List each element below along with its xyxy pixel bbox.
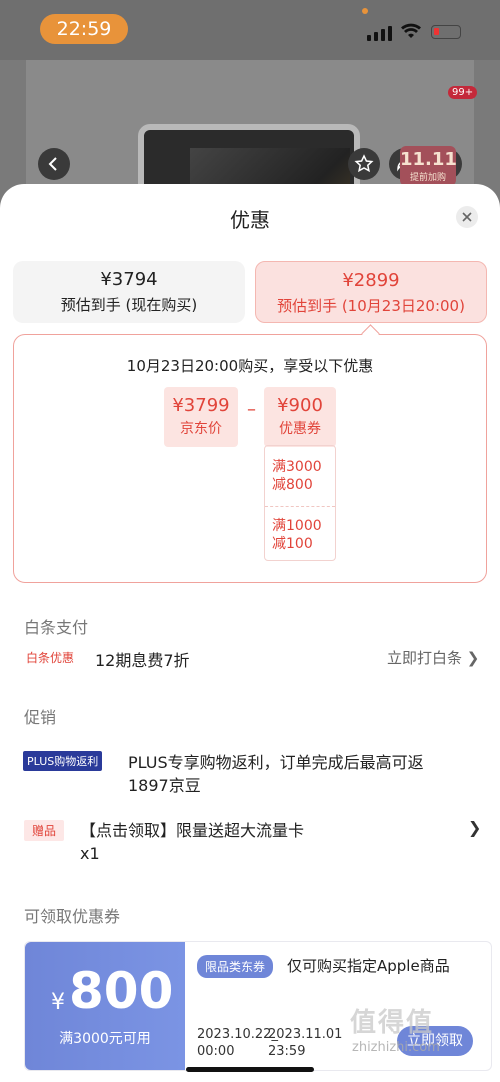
baitiao-tag: 白条优惠 [26,651,75,665]
jd-price-box: ¥3799 京东价 [164,387,238,447]
gift-line-1[interactable]: 【点击领取】限量送超大流量卡 [80,817,304,841]
coupons-section-title: 可领取优惠券 [24,907,121,926]
minus-sign: – [247,399,256,420]
status-bar: 22:59 [0,0,500,60]
coupon-box: ¥900 优惠券 [264,387,336,447]
status-time: 22:59 [40,14,128,44]
star-icon [354,154,374,173]
plus-line-1: PLUS专享购物返利，订单完成后最高可返 [128,753,424,772]
coupon-start: 2023.10.22_ 00:00 [197,1027,278,1059]
close-button[interactable] [456,206,478,228]
gift-chevron[interactable]: ❯ [468,818,481,837]
watermark: 值得值 [350,1008,435,1038]
price-now-card[interactable]: ¥3794 预估到手 (现在购买) [13,261,245,323]
baitiao-action[interactable]: 立即打白条 ❯ [387,647,479,668]
rule-line: 满3000 [272,459,322,475]
coupon-amount: 800 [69,962,174,1020]
plus-tag: PLUS购物返利 [23,751,103,771]
chevron-left-icon [48,157,57,171]
discount-sheet: 优惠 ¥3794 预估到手 (现在购买) ¥2899 预估到手 (10月23日2… [0,184,500,1082]
signal-icon [367,26,392,41]
baitiao-section-title: 白条支付 [24,618,89,637]
price-later-value: ¥2899 [342,270,400,291]
gift-tag: 赠品 [24,820,65,841]
coupon-rules: 满3000 减800 满1000 减100 [264,445,336,561]
wifi-icon [401,23,421,38]
price-later-label: 预估到手 (10月23日20:00) [277,297,465,315]
more-badge: 99+ [448,86,478,99]
promo-tag: 11.11 提前加购 [400,146,457,186]
rule-line: 减800 [272,477,313,493]
favorite-button[interactable] [348,148,380,180]
coupon-condition: 满3000元可用 [59,1031,151,1047]
price-now-label: 预估到手 (现在购买) [60,296,198,314]
plus-line-2: 1897京豆 [128,776,201,795]
promotion-section-title: 促销 [24,708,57,727]
gift-line-2: x1 [80,844,100,863]
price-later-card[interactable]: ¥2899 预估到手 (10月23日20:00) [255,261,487,323]
coupon-description: 仅可购买指定Apple商品 [287,957,450,975]
sheet-title: 优惠 [230,208,270,232]
privacy-dot [362,8,368,14]
home-indicator[interactable] [186,1067,314,1072]
detail-title: 10月23日20:00购买，享受以下优惠 [126,357,374,375]
back-button[interactable] [38,148,70,180]
baitiao-text: 12期息费7折 [95,651,190,670]
discount-detail: 10月23日20:00购买，享受以下优惠 ¥3799 京东价 – ¥900 优惠… [13,334,487,583]
coupon-amount-panel: ¥ 800 满3000元可用 [25,942,185,1070]
watermark-url: zhizhizhi.com [352,1040,440,1055]
coupon-type-tag: 限品类东券 [197,955,274,978]
price-now-value: ¥3794 [100,269,158,290]
battery-icon [431,25,461,39]
close-icon [462,212,472,222]
rule-line: 减100 [272,536,313,552]
coupon-end: 2023.11.01 23:59 [268,1027,343,1059]
rule-line: 满1000 [272,518,322,534]
